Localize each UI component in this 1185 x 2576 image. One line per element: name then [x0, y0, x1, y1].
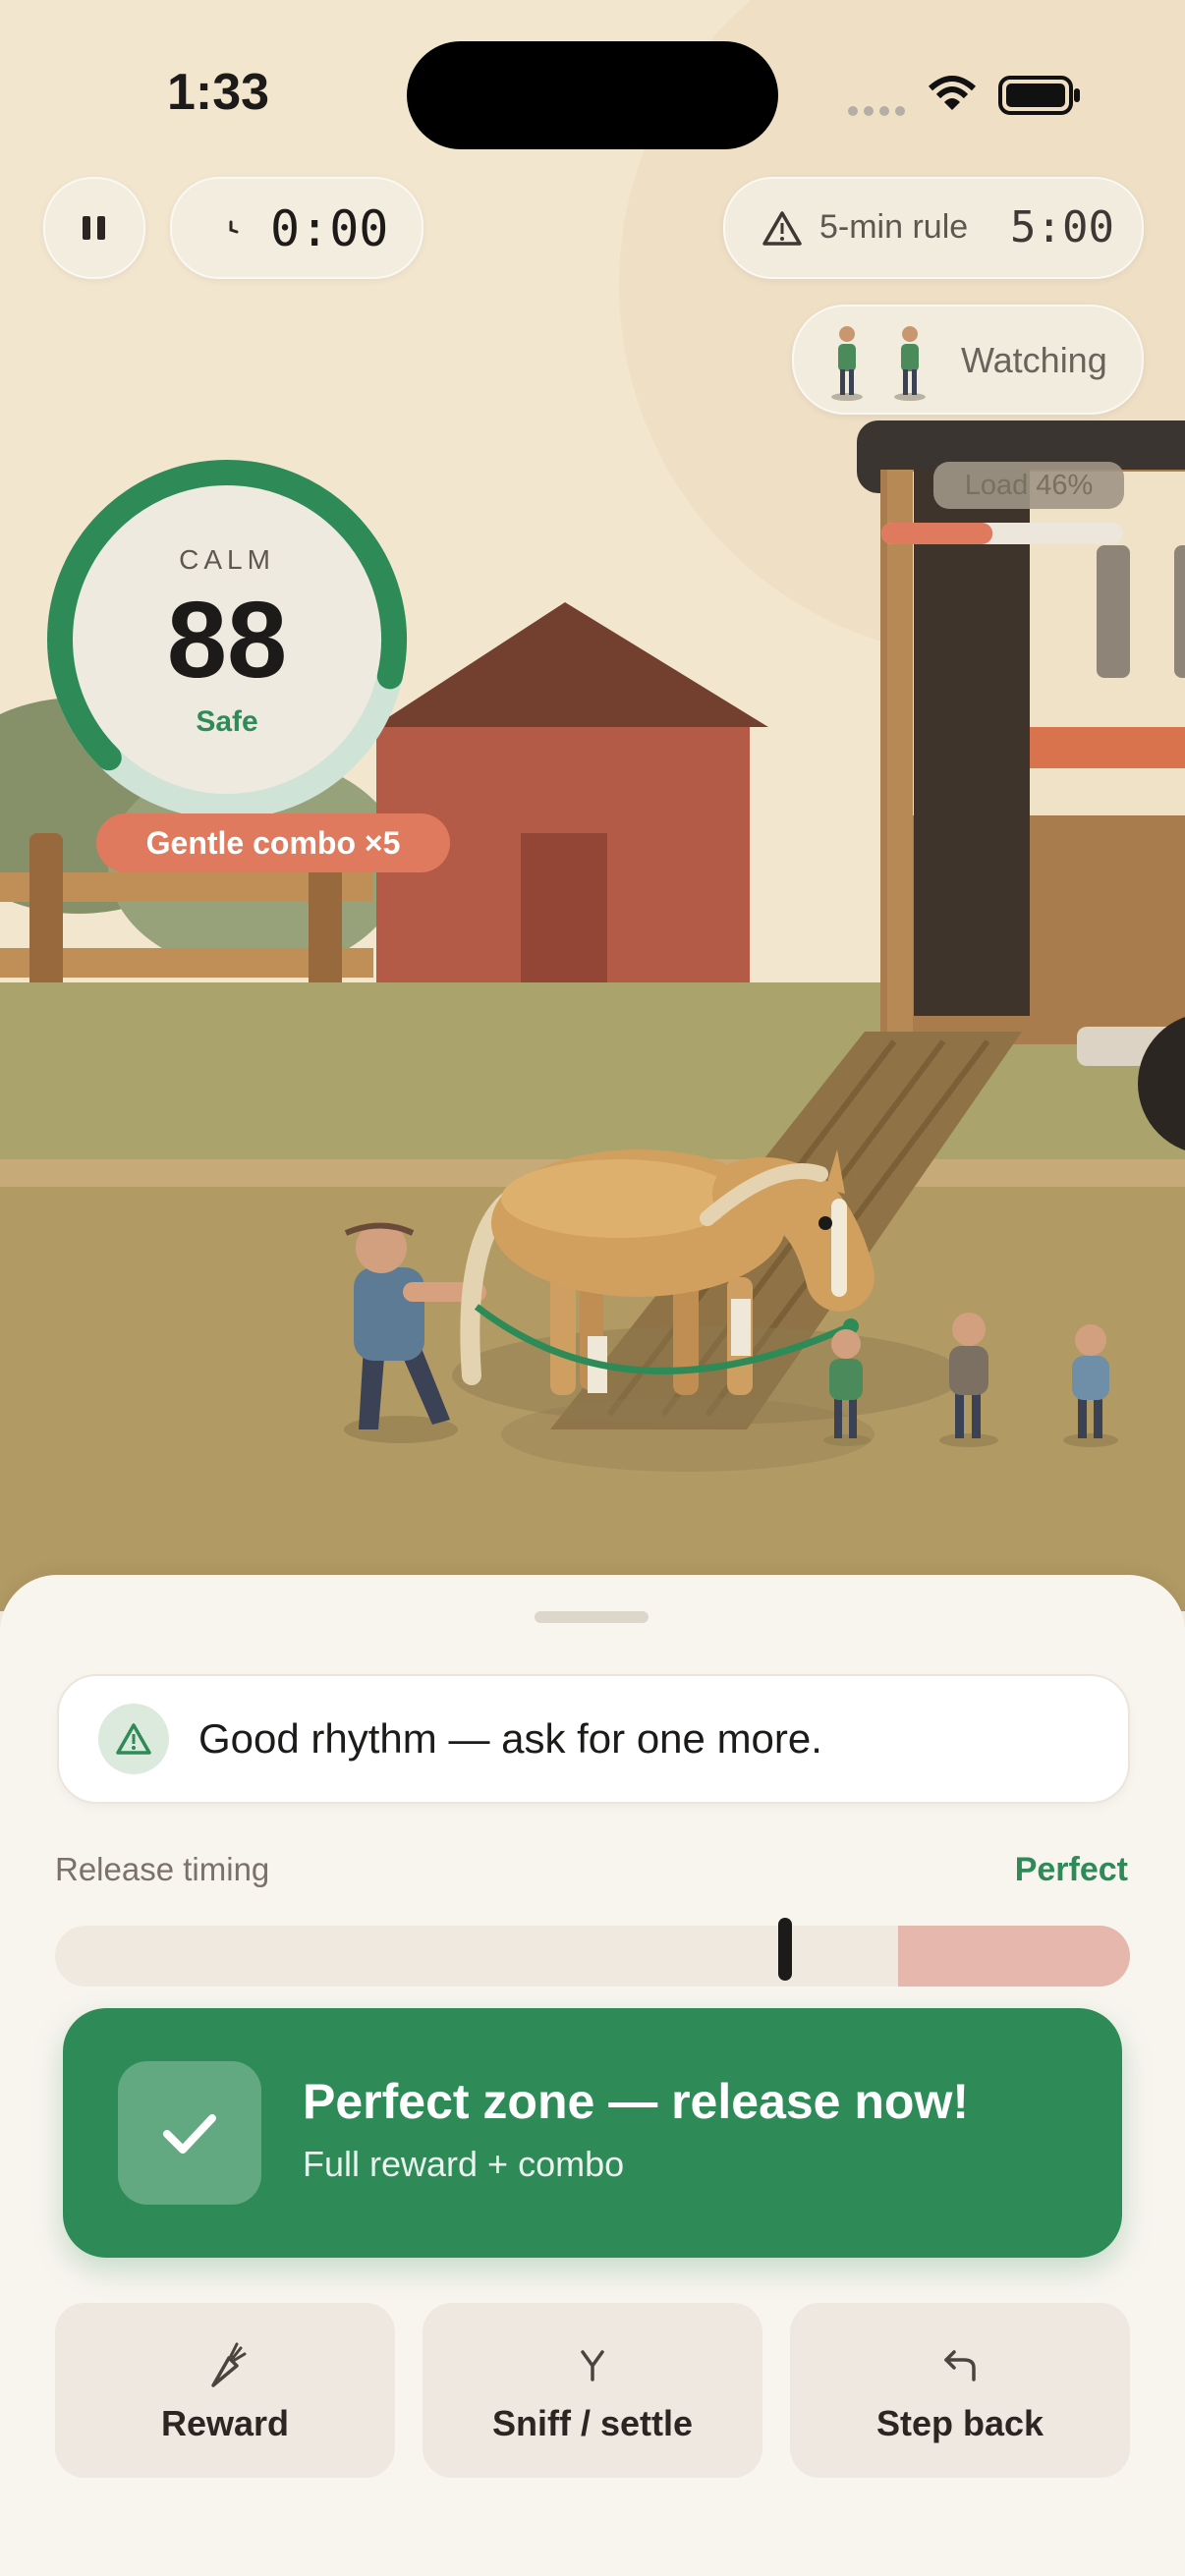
- cta-title: Perfect zone — release now!: [303, 2074, 970, 2129]
- calm-status: Safe: [196, 705, 258, 738]
- release-timing-status: Perfect: [1014, 1851, 1128, 1888]
- load-label: Load 46%: [965, 470, 1094, 501]
- rule-countdown: 5:00: [1010, 202, 1114, 252]
- dynamic-island: [407, 41, 778, 149]
- status-time: 1:33: [167, 64, 270, 121]
- release-now-button[interactable]: Perfect zone — release now! Full reward …: [63, 2008, 1122, 2258]
- cellular-signal-icon: [847, 104, 908, 123]
- warning-triangle-icon: [762, 211, 802, 246]
- load-progress-fill: [881, 523, 993, 544]
- sniff-settle-label: Sniff / settle: [491, 2403, 694, 2443]
- step-back-button[interactable]: Step back: [790, 2303, 1130, 2478]
- combo-badge: Gentle combo ×5: [96, 813, 450, 872]
- hint-card: Good rhythm — ask for one more.: [57, 1674, 1130, 1804]
- reward-button[interactable]: Reward: [55, 2303, 395, 2478]
- pause-icon: [83, 216, 105, 240]
- hint-warning-icon: [98, 1704, 169, 1774]
- check-icon: [118, 2061, 261, 2205]
- sniff-settle-button[interactable]: Sniff / settle: [423, 2303, 762, 2478]
- elapsed-timer: 0:00: [270, 200, 389, 257]
- five-minute-rule-chip: 5-min rule 5:00: [723, 177, 1144, 279]
- onlookers-icon: [831, 326, 926, 401]
- clock-icon: [229, 220, 239, 234]
- pause-button[interactable]: [43, 177, 145, 279]
- release-timing-track: [55, 1926, 1130, 1987]
- calm-gauge: CALM 88 Safe: [45, 458, 409, 821]
- release-timing-label: Release timing: [55, 1851, 270, 1887]
- cta-subtitle: Full reward + combo: [303, 2144, 625, 2184]
- elapsed-timer-chip: 0:00: [170, 177, 423, 279]
- release-timing-marker: [778, 1918, 792, 1981]
- reward-label: Reward: [160, 2403, 290, 2443]
- sniff-icon: [581, 2350, 604, 2381]
- step-back-label: Step back: [875, 2403, 1044, 2443]
- calm-value: 88: [166, 580, 288, 700]
- overshoot-zone: [898, 1926, 1130, 1987]
- watching-label: Watching: [961, 340, 1107, 380]
- battery-icon: [998, 75, 1081, 121]
- rule-label: 5-min rule: [819, 208, 969, 246]
- carrot-icon: [211, 2342, 247, 2387]
- wifi-icon: [927, 75, 978, 119]
- calm-label: CALM: [179, 544, 275, 575]
- step-back-arrow-icon: [944, 2350, 976, 2381]
- hint-text: Good rhythm — ask for one more.: [198, 1715, 822, 1762]
- sheet-drag-handle[interactable]: [535, 1611, 649, 1623]
- watching-chip: Watching: [792, 305, 1144, 415]
